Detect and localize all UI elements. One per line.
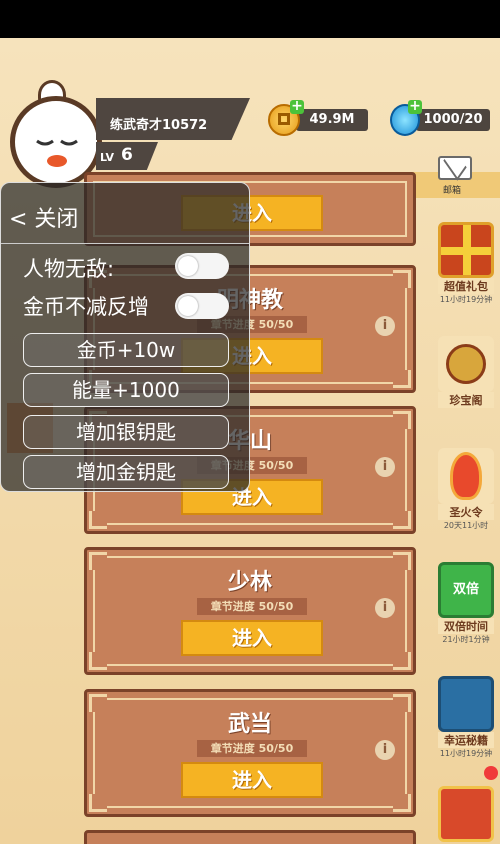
side-item-label: 圣火令 — [438, 504, 494, 520]
limited-gift-icon — [438, 786, 494, 842]
add-silver-key-button[interactable]: 增加银钥匙 — [23, 415, 229, 449]
add-gold-icon[interactable]: + — [290, 99, 304, 114]
gold-plus-button[interactable]: 金币+10w — [23, 333, 229, 367]
enter-button[interactable]: 进入 — [181, 762, 323, 798]
side-item-label: 双倍时间 — [438, 618, 494, 634]
stage-card: 少林 章节进度 50/50 进入 i — [84, 547, 416, 675]
add-energy-icon[interactable]: + — [408, 99, 422, 114]
treasure-pavilion-icon — [438, 336, 494, 392]
stage-card: 武当 章节进度 50/50 进入 i — [84, 689, 416, 817]
side-item-value-pack[interactable]: 超值礼包 11小时19分钟 — [438, 222, 494, 305]
flame-token-icon — [438, 448, 494, 504]
side-item-limited-pack[interactable] — [438, 786, 494, 842]
side-item-double-time[interactable]: 双倍 双倍时间 21小时1分钟 — [438, 562, 494, 645]
gold-no-decrease-toggle[interactable] — [175, 293, 229, 319]
status-bar — [0, 0, 500, 38]
side-item-timer: 21小时1分钟 — [442, 635, 490, 644]
info-icon[interactable]: i — [375, 316, 395, 336]
stage-progress: 章节进度 50/50 — [197, 740, 307, 757]
gold-no-decrease-label: 金币不减反增 — [23, 295, 149, 319]
enter-button[interactable]: 进入 — [181, 620, 323, 656]
side-item-timer: 11小时19分钟 — [439, 749, 493, 758]
notification-dot — [484, 766, 498, 780]
gold-counter: 49.9M — [296, 109, 368, 131]
energy-value: 1000/20 — [423, 112, 483, 127]
invincible-label: 人物无敌: — [23, 257, 115, 281]
side-item-label: 幸运秘籍 — [438, 732, 494, 748]
add-gold-key-button[interactable]: 增加金钥匙 — [23, 455, 229, 489]
secret-book-icon — [438, 676, 494, 732]
side-item-lucky-book[interactable]: 幸运秘籍 11小时19分钟 — [438, 676, 494, 759]
stage-card-bottom — [84, 830, 416, 844]
energy-plus-button[interactable]: 能量+1000 — [23, 373, 229, 407]
mail-icon[interactable] — [438, 156, 472, 180]
level-label: LV — [100, 151, 115, 164]
side-item-timer: 20天11小时 — [443, 521, 489, 530]
side-item-timer: 11小时19分钟 — [439, 295, 493, 304]
level-value: 6 — [121, 145, 133, 165]
energy-counter: 1000/20 — [416, 109, 490, 131]
side-item-holy-flame[interactable]: 圣火令 20天11小时 — [438, 448, 494, 531]
cheat-menu-panel: < 关闭 人物无敌: 金币不减反增 金币+10w 能量+1000 增加银钥匙 增… — [0, 182, 250, 492]
close-button[interactable]: < 关闭 — [9, 201, 78, 233]
side-item-label: 超值礼包 — [438, 278, 494, 294]
divider — [1, 243, 249, 244]
side-item-treasure[interactable]: 珍宝阁 — [438, 336, 494, 408]
mail-label: 邮箱 — [443, 186, 462, 196]
player-name: 练武奇才10572 — [110, 118, 208, 133]
gold-value: 49.9M — [309, 112, 355, 127]
invincible-toggle[interactable] — [175, 253, 229, 279]
double-card-icon: 双倍 — [438, 562, 494, 618]
info-icon[interactable]: i — [375, 598, 395, 618]
stage-title: 少林 — [227, 570, 272, 595]
avatar-face-icon — [36, 139, 78, 167]
stage-title: 武当 — [227, 712, 272, 737]
side-item-label: 珍宝阁 — [438, 392, 494, 408]
info-icon[interactable]: i — [375, 740, 395, 760]
info-icon[interactable]: i — [375, 457, 395, 477]
stage-progress: 章节进度 50/50 — [197, 598, 307, 615]
gift-box-icon — [438, 222, 494, 278]
